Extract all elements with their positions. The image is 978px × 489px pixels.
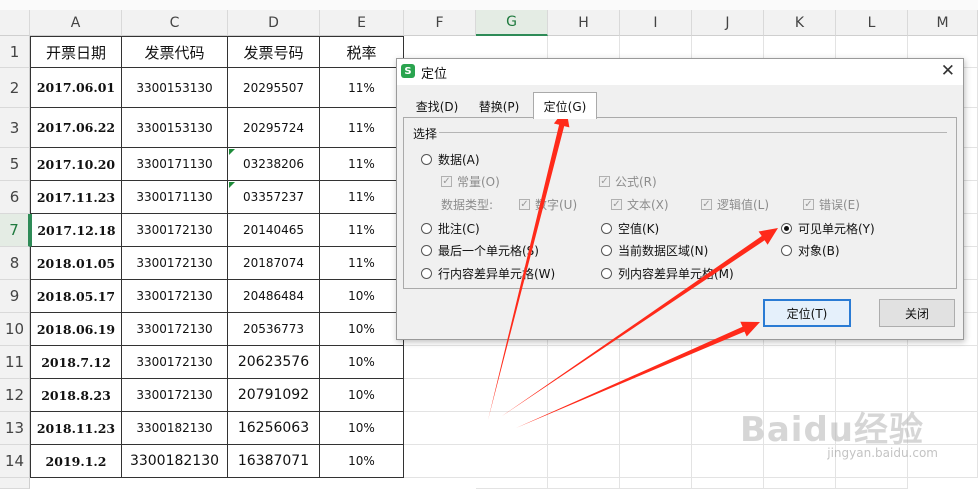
arrow-to-visible-cells — [502, 228, 778, 416]
watermark-url: jingyan.baidu.com — [827, 446, 938, 460]
tab-goto[interactable]: 定位(G) — [533, 92, 597, 119]
baidu-watermark: Baidu经验 — [739, 410, 924, 450]
arrow-to-goto-tab — [488, 108, 570, 420]
arrow-to-goto-button — [516, 321, 760, 428]
